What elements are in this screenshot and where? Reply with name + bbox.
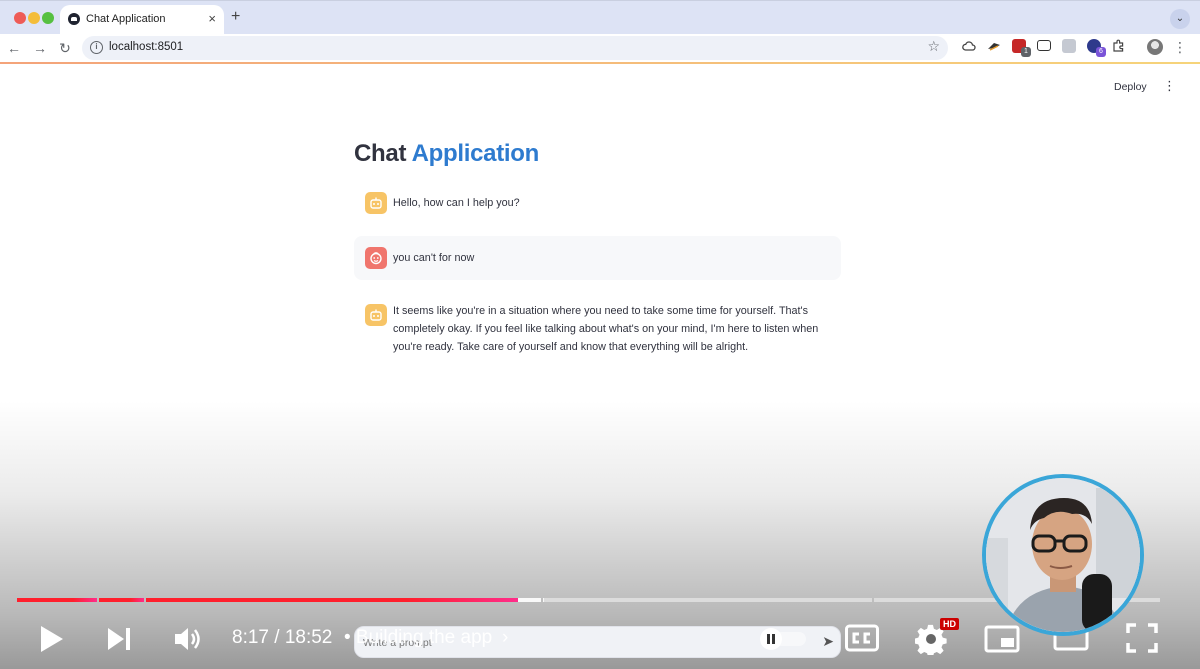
fullscreen-icon[interactable] xyxy=(1125,622,1159,654)
chapter-segment[interactable] xyxy=(543,598,872,602)
message-text: you can't for now xyxy=(393,252,475,264)
video-progress-bar[interactable] xyxy=(17,598,1160,602)
hex-extension-icon[interactable]: 6 xyxy=(1087,39,1106,57)
tab-title: Chat Application xyxy=(86,13,166,25)
bookmark-star-icon[interactable]: ☆ xyxy=(927,38,940,55)
autoplay-toggle[interactable] xyxy=(760,628,808,650)
time-display: 8:17 / 18:52 xyxy=(232,627,333,648)
forward-arrow-icon[interactable]: → xyxy=(30,38,50,58)
new-tab-button[interactable]: + xyxy=(231,8,240,26)
speed-extension-icon[interactable] xyxy=(987,39,1001,53)
played-segment xyxy=(17,598,97,602)
played-segment xyxy=(99,598,144,602)
chapter-chevron-icon[interactable]: › xyxy=(502,627,508,649)
browser-menu-icon[interactable]: ⋮ xyxy=(1173,38,1187,56)
hd-quality-badge: HD xyxy=(940,618,959,630)
picture-in-picture-extension-icon[interactable] xyxy=(1037,40,1051,51)
title-accent: Application xyxy=(411,140,540,167)
play-icon[interactable] xyxy=(38,624,66,654)
send-icon[interactable]: ➤ xyxy=(822,633,834,650)
browser-window: Chat Application × + ⌄ ← → ↻ i localhost… xyxy=(0,0,1200,669)
message-text: It seems like you're in a situation wher… xyxy=(393,305,819,353)
message-text: Hello, how can I help you? xyxy=(393,197,520,209)
tab-strip: Chat Application × + ⌄ xyxy=(0,0,1200,35)
main-menu-icon[interactable]: ⋮ xyxy=(1163,78,1176,94)
tab-search-chevron-icon[interactable]: ⌄ xyxy=(1170,9,1190,29)
tab-close-button[interactable]: × xyxy=(208,11,216,27)
site-info-icon[interactable]: i xyxy=(90,41,103,54)
cloud-extension-icon[interactable] xyxy=(962,39,976,53)
reload-icon[interactable]: ↻ xyxy=(55,38,75,58)
extension-badge: 6 xyxy=(1096,47,1106,57)
minimize-window-button[interactable] xyxy=(28,12,40,24)
url-text[interactable]: localhost:8501 xyxy=(109,41,183,53)
back-arrow-icon[interactable]: ← xyxy=(4,38,24,58)
chat-message-assistant: It seems like you're in a situation wher… xyxy=(354,296,841,360)
close-window-button[interactable] xyxy=(14,12,26,24)
user-avatar-face-icon xyxy=(365,247,387,269)
title-plain: Chat xyxy=(354,140,407,167)
zoom-window-button[interactable] xyxy=(42,12,54,24)
deploy-button[interactable]: Deploy xyxy=(1114,81,1147,93)
played-segment xyxy=(146,598,519,602)
assistant-avatar-bot-icon xyxy=(365,192,387,214)
streamlit-favicon-icon xyxy=(68,13,80,25)
autoplay-pause-icon xyxy=(760,628,782,650)
chat-message-user: you can't for now xyxy=(354,236,841,280)
chapter-title[interactable]: • Building the app xyxy=(344,627,492,649)
extensions-puzzle-icon[interactable] xyxy=(1112,39,1126,53)
shield-extension-icon[interactable]: 1 xyxy=(1012,39,1031,57)
toolbar: ← → ↻ i localhost:8501 ☆ 1 6 ⋮ xyxy=(0,34,1200,62)
page-title: Chat Application xyxy=(354,140,539,168)
presenter-face-image xyxy=(986,478,1140,632)
chat-message-assistant: Hello, how can I help you? xyxy=(354,186,841,220)
miniplayer-icon[interactable] xyxy=(984,625,1020,653)
extension-badge: 1 xyxy=(1021,47,1031,57)
volume-icon[interactable] xyxy=(172,624,204,654)
presenter-webcam xyxy=(982,474,1144,636)
assistant-avatar-bot-icon xyxy=(365,304,387,326)
profile-avatar[interactable] xyxy=(1147,39,1163,55)
next-video-icon[interactable] xyxy=(105,626,133,652)
subtitles-cc-icon[interactable] xyxy=(845,624,879,652)
vault-extension-icon[interactable] xyxy=(1062,39,1076,53)
address-bar[interactable]: i localhost:8501 ☆ xyxy=(82,36,948,60)
tab-chat-application[interactable]: Chat Application × xyxy=(60,5,224,35)
